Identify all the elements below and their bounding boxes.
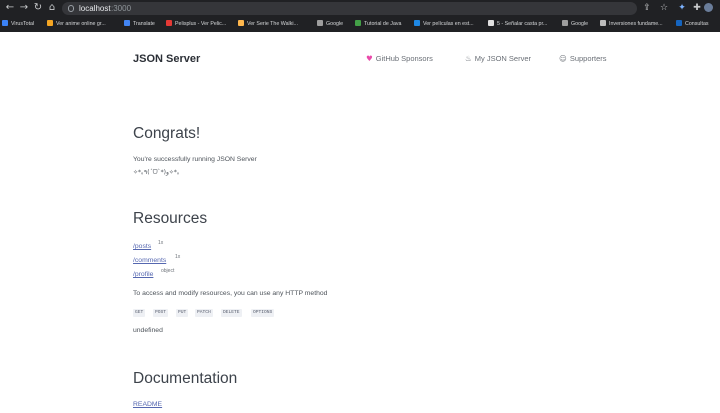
lock-icon[interactable] [68, 5, 74, 12]
bookmark-item[interactable]: VirusTotal [2, 19, 34, 30]
bookmark-label: VirusTotal [11, 21, 35, 27]
browser-toolbar: ← → ↻ ⌂ localhost :3000 ⇪ ☆ ✦ ✚ [0, 0, 720, 17]
share-icon[interactable]: ⇪ [641, 2, 653, 14]
flame-icon: ♨ [465, 54, 472, 63]
resource-type-profile: object [161, 268, 175, 274]
nav-github-sponsors[interactable]: ♥ GitHub Sponsors [366, 54, 433, 63]
bookmark-favicon-icon [317, 19, 323, 26]
smile-icon: ☺ [559, 54, 567, 63]
bookmarks-bar: VirusTotal Ver anime online gr... Translat… [0, 17, 720, 32]
resource-count-comments: 1x [175, 254, 181, 260]
browser-chrome: ← → ↻ ⌂ localhost :3000 ⇪ ☆ ✦ ✚ VirusTot… [0, 0, 720, 32]
address-bar[interactable]: localhost :3000 [62, 2, 637, 15]
bookmark-favicon-icon [562, 19, 568, 26]
nav-github-sponsors-label: GitHub Sponsors [375, 54, 433, 63]
nav-my-json-server[interactable]: ♨ My JSON Server [465, 54, 531, 63]
reload-icon[interactable]: ↻ [32, 2, 44, 14]
bookmark-label: Ver anime online gr... [56, 21, 106, 27]
back-icon[interactable]: ← [4, 2, 16, 14]
method-badge-get: GET [133, 309, 146, 317]
nav-my-json-server-label: My JSON Server [474, 54, 531, 63]
bookmark-favicon-icon [600, 19, 606, 26]
resource-link-profile[interactable]: /profile [133, 271, 153, 278]
bookmark-label: Translate [133, 21, 155, 27]
bookmark-label: Ver películas en est... [423, 21, 474, 27]
home-icon[interactable]: ⌂ [46, 2, 58, 14]
method-badge-patch: PATCH [195, 309, 213, 317]
bookmark-item[interactable]: Google [562, 19, 588, 30]
bookmark-label: Google [571, 21, 589, 27]
bookmark-item[interactable]: Translate [124, 19, 155, 30]
bookmark-favicon-icon [166, 19, 172, 26]
bookmark-favicon-icon [2, 19, 8, 26]
extension-icon[interactable]: ✦ [676, 2, 688, 14]
bookmark-item[interactable]: Ver anime online gr... [47, 19, 106, 30]
bookmark-label: Consultas [685, 21, 709, 27]
bookmark-favicon-icon [676, 19, 682, 26]
documentation-heading: Documentation [133, 370, 238, 387]
congrats-heading: Congrats! [133, 125, 201, 142]
congrats-emoticon: ✧*｡٩(ˊᗜˋ*)و✧*｡ [133, 169, 180, 176]
bookmark-item[interactable]: Inversiones fundame... [600, 19, 663, 30]
congrats-message: You're successfully running JSON Server [133, 156, 257, 163]
bookmark-label: Inversiones fundame... [609, 21, 663, 27]
access-description: To access and modify resources, you can … [133, 290, 328, 297]
nav-supporters-label: Supporters [569, 54, 607, 63]
resource-link-posts[interactable]: /posts [133, 243, 151, 250]
bookmark-favicon-icon [124, 19, 130, 26]
bookmark-label: 5 - Señalar casta pr... [497, 21, 548, 27]
undefined-text: undefined [133, 327, 163, 334]
bookmark-item[interactable]: Tutorial de Java [355, 19, 402, 30]
method-badge-put: PUT [176, 309, 189, 317]
url-host: localhost [79, 4, 111, 13]
bookmark-item[interactable]: Ver Serie The Walki... [238, 19, 298, 30]
bookmark-item[interactable]: Pelisplus - Ver Pelic... [166, 19, 226, 30]
bookmark-favicon-icon [355, 19, 361, 26]
method-badge-post: POST [153, 309, 169, 317]
profile-avatar[interactable] [704, 3, 713, 12]
bookmark-item[interactable]: Consultas [676, 19, 709, 30]
bookmark-label: Google [326, 21, 344, 27]
bookmark-item[interactable]: Google [317, 19, 343, 30]
bookmark-item[interactable]: Ver películas en est... [414, 19, 474, 30]
resource-link-comments[interactable]: /comments [133, 257, 166, 264]
bookmark-label: Tutorial de Java [364, 21, 402, 27]
nav-supporters[interactable]: ☺ Supporters [559, 54, 607, 63]
bookmark-label: Ver Serie The Walki... [247, 21, 298, 27]
method-badge-options: OPTIONS [251, 309, 275, 317]
bookmark-item[interactable]: 5 - Señalar casta pr... [488, 19, 547, 30]
bookmark-favicon-icon [238, 19, 244, 26]
extensions-puzzle-icon[interactable]: ✚ [691, 2, 703, 14]
brand-title[interactable]: JSON Server [133, 53, 200, 65]
resource-count-posts: 1x [158, 240, 164, 246]
heart-icon: ♥ [366, 54, 373, 63]
bookmark-favicon-icon [47, 19, 53, 26]
forward-icon[interactable]: → [18, 2, 30, 14]
bookmark-star-icon[interactable]: ☆ [658, 2, 670, 14]
resources-heading: Resources [133, 210, 208, 227]
bookmark-favicon-icon [488, 19, 494, 26]
url-port: :3000 [111, 4, 132, 13]
bookmark-label: Pelisplus - Ver Pelic... [175, 21, 227, 27]
bookmark-favicon-icon [414, 19, 420, 26]
method-badge-delete: DELETE [221, 309, 242, 317]
readme-link[interactable]: README [133, 401, 162, 408]
